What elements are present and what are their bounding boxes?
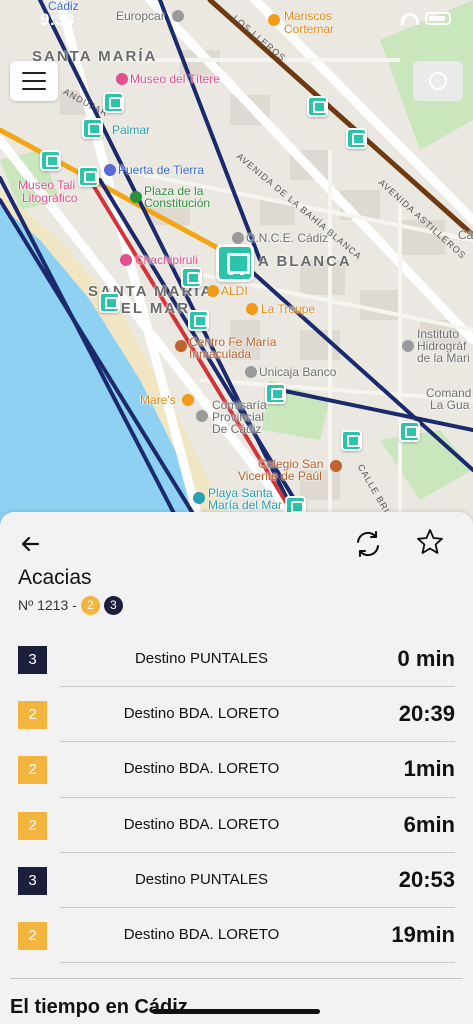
destination-label: Destino PUNTALES	[134, 650, 269, 667]
arrival-time: 20:39	[398, 701, 455, 727]
line-number-box: 3	[18, 646, 47, 674]
arrival-row[interactable]: 3 Destino PUNTALES 0 min	[0, 632, 473, 688]
arrival-row[interactable]: 2 Destino BDA. LORETO 19min	[0, 908, 473, 964]
poi-centro-line2[interactable]: Inmaculada	[189, 348, 251, 361]
arrival-row[interactable]: 2 Destino BDA. LORETO 20:39	[0, 687, 473, 743]
landmark-icon	[104, 164, 116, 176]
bus-stop-icon[interactable]	[40, 150, 61, 171]
arrival-time: 1min	[403, 756, 455, 782]
row-divider	[60, 962, 455, 964]
bus-stop-icon[interactable]	[341, 430, 362, 451]
bus-stop-icon[interactable]	[307, 96, 328, 117]
line-number-box: 3	[18, 866, 47, 895]
section-divider	[10, 978, 463, 979]
arrival-time: 19min	[391, 921, 455, 947]
line-number-box: 2	[18, 811, 47, 840]
stop-name: Acacias	[18, 566, 92, 589]
status-icons	[401, 12, 451, 25]
poi-mares[interactable]: Mare's	[140, 394, 176, 407]
poi-la-troupe[interactable]: La Troupe	[261, 303, 315, 316]
destination-label: Destino BDA. LORETO	[123, 705, 280, 723]
building-icon	[232, 232, 244, 244]
poi-unicaja[interactable]: Unicaja Banco	[259, 366, 336, 379]
stop-meta: Nº 1213 - 2 3	[18, 595, 123, 615]
destination-label: Destino BDA. LORETO	[123, 815, 280, 833]
bus-stop-icon[interactable]	[346, 128, 367, 149]
stop-number: Nº 1213 -	[18, 597, 77, 613]
stop-detail-sheet: Acacias Nº 1213 - 2 3 3 Destino PUNTALES…	[0, 512, 473, 1024]
bus-stop-icon[interactable]	[99, 292, 120, 313]
bus-stop-icon[interactable]	[103, 92, 124, 113]
bus-stop-icon[interactable]	[265, 383, 286, 404]
arrival-row[interactable]: 2 Destino BDA. LORETO 1min	[0, 742, 473, 798]
arrival-time: 20:53	[398, 866, 455, 892]
poi-museo-titere[interactable]: Museo del Títere	[130, 73, 220, 86]
institute-icon	[402, 340, 414, 352]
shopping-icon	[207, 285, 219, 297]
star-outline-icon[interactable]	[414, 526, 446, 558]
poi-instituto-line3[interactable]: de la Mari	[417, 352, 470, 365]
beach-icon	[193, 492, 205, 504]
park-icon	[130, 191, 142, 203]
poi-playa-line2[interactable]: María del Mar	[208, 499, 282, 512]
poi-aldi[interactable]: ALDI	[221, 285, 248, 298]
bus-stop-icon[interactable]	[399, 421, 420, 442]
school-icon	[175, 340, 187, 352]
line-number-box: 2	[18, 921, 47, 950]
bus-stop-icon[interactable]	[82, 118, 103, 139]
arrival-row[interactable]: 2 Destino BDA. LORETO 6min	[0, 798, 473, 853]
poi-museo-tali-line2[interactable]: Litográfico	[22, 192, 77, 205]
line-badge-3: 3	[103, 595, 123, 615]
bus-stop-icon[interactable]	[78, 166, 99, 187]
district-label-santa-maria-del-mar-line2: DEL MAR	[108, 300, 191, 317]
arrival-time: 0 min	[397, 646, 455, 671]
poi-colegio-line2[interactable]: Vicente de Paúl	[238, 470, 322, 483]
refresh-icon[interactable]	[352, 528, 384, 560]
menu-icon	[22, 72, 46, 74]
arrivals-list: 3 Destino PUNTALES 0 min 2 Destino BDA. …	[0, 632, 473, 964]
district-label-la-blanca: A BLANCA	[258, 253, 352, 270]
menu-button[interactable]	[10, 61, 58, 101]
poi-palmar[interactable]: Palmar	[112, 124, 150, 137]
museum-icon	[116, 73, 128, 85]
school-icon	[330, 460, 342, 472]
destination-label: Destino PUNTALES	[134, 870, 269, 888]
line-number-box: 2	[18, 756, 47, 785]
poi-cadiz-right[interactable]: Cádiz	[458, 229, 473, 242]
wifi-icon	[401, 12, 419, 25]
poi-once[interactable]: O.N.C.E. Cádiz	[246, 232, 328, 245]
line-badge-2: 2	[80, 595, 100, 615]
arrival-row[interactable]: 3 Destino PUNTALES 20:53	[0, 853, 473, 908]
bar-icon	[246, 303, 258, 315]
weather-section-title: El tiempo en Cádiz	[10, 996, 188, 1018]
police-icon	[196, 410, 208, 422]
destination-label: Destino BDA. LORETO	[123, 760, 280, 778]
poi-comand-line2[interactable]: La Gua	[430, 399, 469, 412]
bus-stop-selected-icon[interactable]	[216, 244, 254, 282]
line-number-box: 2	[18, 701, 47, 730]
locate-button[interactable]	[413, 61, 463, 101]
arrival-time: 6min	[403, 811, 455, 837]
home-indicator[interactable]	[152, 1009, 320, 1014]
poi-plaza-line2[interactable]: Constitución	[144, 197, 210, 210]
bank-icon	[245, 366, 257, 378]
status-bar: 9:38	[0, 0, 473, 34]
map-view[interactable]: SANTA MARÍA SANTA MARÍA DEL MAR A BLANCA…	[0, 0, 473, 525]
cafe-icon	[182, 394, 194, 406]
shop-icon	[120, 254, 132, 266]
poi-chachipiruli[interactable]: Chachipiruli	[135, 254, 198, 267]
arrow-left-icon[interactable]	[18, 532, 42, 556]
locate-icon	[429, 72, 447, 90]
poi-comisaria-line3[interactable]: De Cádiz	[212, 423, 261, 436]
poi-puerta-tierra[interactable]: Puerta de Tierra	[118, 164, 204, 177]
bus-stop-icon[interactable]	[188, 310, 209, 331]
destination-label: Destino BDA. LORETO	[123, 925, 280, 943]
battery-icon	[425, 12, 451, 25]
bus-stop-icon[interactable]	[181, 267, 202, 288]
status-time: 9:38	[40, 10, 75, 29]
